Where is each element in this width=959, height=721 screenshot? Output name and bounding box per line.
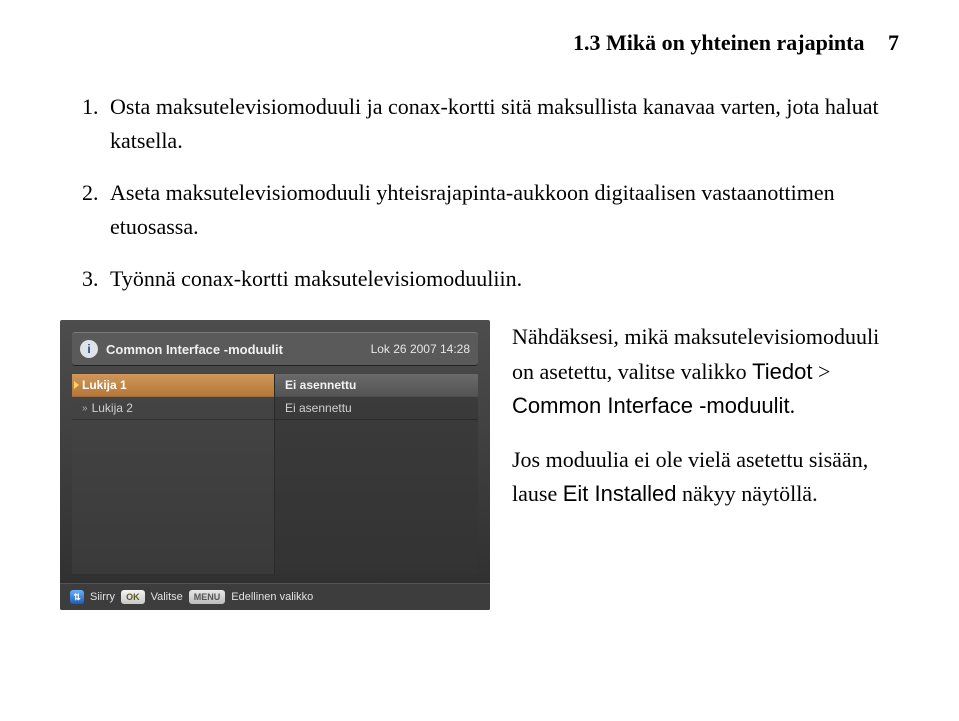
up-down-key-icon: ⇅ (70, 590, 84, 604)
list-item-label: Ei asennettu (285, 378, 356, 392)
instruction-step: Aseta maksutelevisiomoduuli yhteisrajapi… (104, 176, 899, 244)
screenshot-right-column: Ei asennettu Ei asennettu (275, 374, 478, 574)
section-title: Mikä on yhteinen rajapinta (606, 30, 865, 55)
footer-move-label: Siirry (90, 591, 115, 603)
list-item: Ei asennettu (275, 374, 478, 397)
screenshot-datetime: Lok 26 2007 14:28 (371, 342, 470, 356)
menu-path-segment: Tiedot (752, 359, 812, 384)
chevron-right-icon: » (82, 403, 88, 414)
list-item: Ei asennettu (275, 397, 478, 420)
list-item-label: Ei asennettu (285, 401, 352, 415)
page-number: 7 (888, 30, 899, 55)
ok-key-icon: OK (121, 590, 145, 604)
menu-path-segment: Common Interface -moduulit (512, 393, 790, 418)
screenshot-footer: ⇅ Siirry OK Valitse MENU Edellinen valik… (60, 583, 490, 610)
screenshot-left-column: Lukija 1 » Lukija 2 (72, 374, 275, 574)
text-span: . (790, 393, 796, 418)
list-item[interactable]: Lukija 1 (72, 374, 274, 397)
text-span: näkyy näytöllä. (676, 481, 817, 506)
instruction-list: Osta maksutelevisiomoduuli ja conax-kort… (60, 90, 899, 296)
screenshot-title: Common Interface -moduulit (106, 342, 371, 357)
instruction-step: Työnnä conax-kortti maksutelevisiomoduul… (104, 262, 899, 296)
page-header: 1.3 Mikä on yhteinen rajapinta 7 (60, 30, 899, 56)
footer-prev-label: Edellinen valikko (231, 591, 313, 603)
list-item-label: Lukija 2 (92, 401, 133, 415)
tv-menu-screenshot: i Common Interface -moduulit Lok 26 2007… (60, 320, 490, 610)
menu-key-icon: MENU (189, 590, 226, 604)
footer-select-label: Valitse (151, 591, 183, 603)
side-paragraph: Jos moduulia ei ole vielä asetettu sisää… (512, 443, 899, 511)
screenshot-columns: Lukija 1 » Lukija 2 Ei asennettu Ei asen… (72, 374, 478, 574)
list-item-label: Lukija 1 (82, 378, 127, 392)
text-span: > (812, 359, 830, 384)
list-item[interactable]: » Lukija 2 (72, 397, 274, 420)
screenshot-title-bar: i Common Interface -moduulit Lok 26 2007… (72, 332, 478, 366)
instruction-step: Osta maksutelevisiomoduuli ja conax-kort… (104, 90, 899, 158)
side-text: Nähdäksesi, mikä maksutelevisiomoduuli o… (512, 320, 899, 530)
section-number: 1.3 (573, 30, 601, 55)
info-icon: i (80, 340, 98, 358)
ui-label: Eit Installed (563, 481, 677, 506)
side-paragraph: Nähdäksesi, mikä maksutelevisiomoduuli o… (512, 320, 899, 422)
